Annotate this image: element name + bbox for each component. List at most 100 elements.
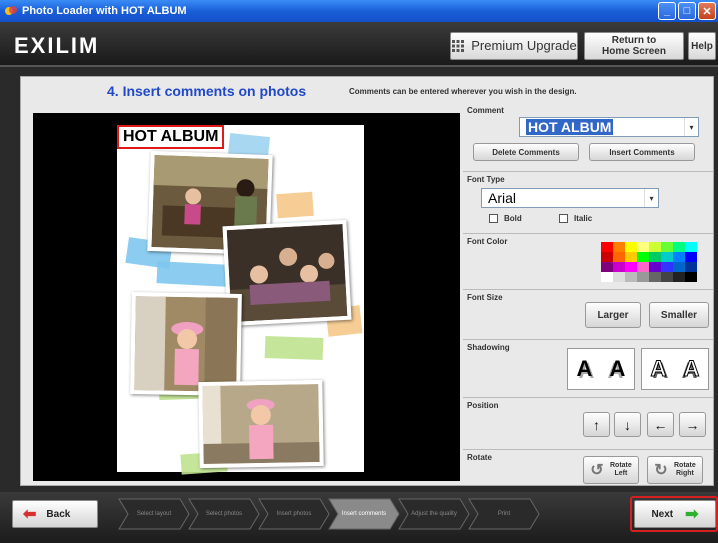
color-swatch[interactable] xyxy=(637,242,649,252)
bold-label: Bold xyxy=(504,214,522,223)
shadow-option-2[interactable]: A A xyxy=(641,348,709,390)
color-swatch[interactable] xyxy=(613,272,625,282)
color-swatch[interactable] xyxy=(685,242,697,252)
checkbox-box[interactable] xyxy=(489,214,498,223)
step-label: Print xyxy=(497,510,511,517)
next-button[interactable]: Next ➡ xyxy=(634,500,716,528)
shadow-glyph: A xyxy=(609,356,626,381)
color-swatch[interactable] xyxy=(661,262,673,272)
color-swatch[interactable] xyxy=(601,252,613,262)
color-swatch[interactable] xyxy=(649,242,661,252)
color-swatch[interactable] xyxy=(625,272,637,282)
font-color-section: Font Color xyxy=(463,233,713,289)
album-title-comment[interactable]: HOT ALBUM xyxy=(117,125,225,149)
photo-3[interactable] xyxy=(130,292,242,396)
comment-label: Comment xyxy=(467,106,504,115)
help-button[interactable]: Help xyxy=(688,32,716,60)
album-canvas[interactable]: HOT ALBUM xyxy=(33,113,460,481)
rotate-left-label-2: Left xyxy=(614,470,628,477)
rotate-left-button[interactable]: ↺ Rotate Left xyxy=(583,456,639,484)
color-swatch[interactable] xyxy=(649,252,661,262)
color-swatch[interactable] xyxy=(673,272,685,282)
bold-checkbox[interactable]: Bold xyxy=(489,214,522,223)
color-swatch[interactable] xyxy=(637,262,649,272)
step-indicator: Select layout Select photos Insert photos I… xyxy=(118,498,540,530)
arrow-right-icon[interactable]: → xyxy=(679,412,706,437)
comment-input-value: HOT ALBUM xyxy=(526,119,614,135)
arrow-down-icon[interactable]: ↓ xyxy=(614,412,641,437)
rotate-right-label-1: Rotate xyxy=(674,462,696,470)
color-swatch[interactable] xyxy=(673,252,685,262)
next-label: Next xyxy=(651,508,674,520)
color-swatch[interactable] xyxy=(673,262,685,272)
color-swatch[interactable] xyxy=(661,252,673,262)
step-4: Insert comments xyxy=(328,498,400,530)
color-swatch[interactable] xyxy=(649,262,661,272)
photo-image xyxy=(226,224,348,322)
rotate-right-button[interactable]: ↻ Rotate Right xyxy=(647,456,703,484)
font-type-select[interactable]: Arial ▾ xyxy=(481,188,659,208)
checkbox-box[interactable] xyxy=(559,214,568,223)
color-swatch[interactable] xyxy=(613,252,625,262)
arrow-left-icon: ⬅ xyxy=(23,506,37,523)
color-swatch[interactable] xyxy=(613,242,625,252)
close-button[interactable]: ✕ xyxy=(698,2,716,20)
shadow-option-1[interactable]: A A xyxy=(567,348,635,390)
photo-4[interactable] xyxy=(198,379,324,469)
album-page: HOT ALBUM xyxy=(117,125,364,475)
color-swatch[interactable] xyxy=(637,272,649,282)
arrow-left-icon[interactable]: ← xyxy=(647,412,674,437)
return-home-label-1: Return to xyxy=(611,35,657,46)
font-size-section: Font Size Larger Smaller xyxy=(463,289,713,339)
comment-section: Comment HOT ALBUM ▾ Delete Comments Inse… xyxy=(463,103,713,171)
color-swatch[interactable] xyxy=(685,272,697,282)
return-home-button[interactable]: Return to Home Screen xyxy=(584,32,684,60)
shadow-glyph: A xyxy=(576,356,593,381)
color-swatch[interactable] xyxy=(637,252,649,262)
rotate-right-icon: ↻ xyxy=(654,462,668,479)
color-swatch[interactable] xyxy=(625,252,637,262)
chevron-down-icon[interactable]: ▾ xyxy=(644,189,658,207)
tape-decoration xyxy=(276,191,314,219)
bottom-navigation: ⬅ Back Select layout Select photos Insert … xyxy=(0,492,718,543)
font-color-label: Font Color xyxy=(467,237,508,246)
color-swatch[interactable] xyxy=(625,262,637,272)
color-swatch[interactable] xyxy=(613,262,625,272)
premium-upgrade-button[interactable]: Premium Upgrade xyxy=(450,32,578,60)
window-title: Photo Loader with HOT ALBUM xyxy=(22,5,187,17)
comment-input[interactable]: HOT ALBUM ▾ xyxy=(519,117,699,137)
maximize-button[interactable]: □ xyxy=(678,2,696,20)
smaller-button[interactable]: Smaller xyxy=(649,302,709,328)
color-palette[interactable] xyxy=(601,242,697,282)
larger-button[interactable]: Larger xyxy=(585,302,641,328)
shadow-glyph: A xyxy=(650,356,667,382)
chevron-down-icon[interactable]: ▾ xyxy=(684,118,698,136)
color-swatch[interactable] xyxy=(601,262,613,272)
font-size-label: Font Size xyxy=(467,293,503,302)
arrow-right-icon: ➡ xyxy=(685,506,699,523)
color-swatch[interactable] xyxy=(601,242,613,252)
app-header: EXILIM Premium Upgrade Return to Home Sc… xyxy=(0,22,718,67)
app-icon xyxy=(5,6,17,15)
step-3: Insert photos xyxy=(258,498,330,530)
back-button[interactable]: ⬅ Back xyxy=(12,500,98,528)
color-swatch[interactable] xyxy=(685,252,697,262)
color-swatch[interactable] xyxy=(601,272,613,282)
italic-checkbox[interactable]: Italic xyxy=(559,214,592,223)
shadow-glyph: A xyxy=(683,356,700,382)
color-swatch[interactable] xyxy=(625,242,637,252)
color-swatch[interactable] xyxy=(673,242,685,252)
delete-comments-button[interactable]: Delete Comments xyxy=(473,143,579,161)
photo-2[interactable] xyxy=(222,219,352,327)
color-swatch[interactable] xyxy=(661,242,673,252)
step-description: Comments can be entered wherever you wis… xyxy=(349,87,577,96)
insert-comments-button[interactable]: Insert Comments xyxy=(589,143,695,161)
step-6: Print xyxy=(468,498,540,530)
arrow-up-icon[interactable]: ↑ xyxy=(583,412,610,437)
step-2: Select photos xyxy=(188,498,260,530)
minimize-button[interactable]: _ xyxy=(658,2,676,20)
step-label: Insert photos xyxy=(276,510,312,517)
color-swatch[interactable] xyxy=(661,272,673,282)
color-swatch[interactable] xyxy=(649,272,661,282)
color-swatch[interactable] xyxy=(685,262,697,272)
